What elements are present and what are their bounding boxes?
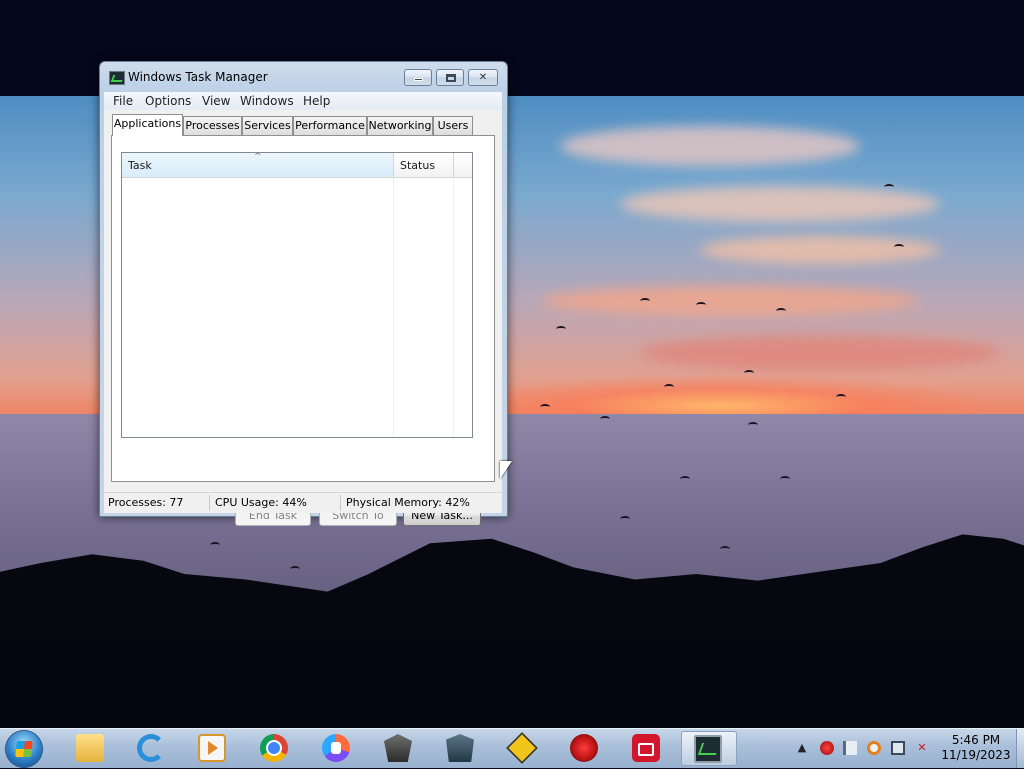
menu-help[interactable]: Help: [303, 94, 330, 108]
column-divider: [453, 178, 454, 437]
bird: [696, 302, 706, 308]
taskbar-explorer[interactable]: [64, 731, 116, 766]
notification-area: ▲ ✕: [790, 729, 940, 769]
bird: [664, 384, 674, 390]
minimize-button[interactable]: [404, 69, 432, 86]
bird: [540, 404, 550, 410]
menu-options[interactable]: Options: [145, 94, 191, 108]
taskbar-media-player[interactable]: [186, 731, 238, 766]
task-manager-icon: [694, 735, 722, 763]
status-physical-memory: Physical Memory: 42%: [346, 496, 470, 509]
window-titlebar[interactable]: Windows Task Manager ✕: [100, 62, 507, 92]
taskbar-red-app[interactable]: [558, 731, 610, 766]
column-header-label: Status: [400, 159, 436, 172]
taskbar: ▲ ✕ 5:46 PM 11/19/2023: [0, 728, 1024, 768]
internet-explorer-icon: [137, 734, 165, 762]
security-icon[interactable]: [867, 741, 881, 755]
screen-recorder-icon: [632, 734, 660, 762]
world-of-warships-icon: [446, 734, 474, 762]
taskbar-chrome[interactable]: [248, 731, 300, 766]
world-of-tanks-icon: [384, 734, 412, 762]
window-client-area: Applications Processes Services Performa…: [104, 110, 502, 526]
network-icon[interactable]: [891, 741, 905, 755]
wallpaper-cloud: [560, 126, 860, 166]
tab-services[interactable]: Services: [242, 116, 293, 135]
taskbar-task-manager[interactable]: [681, 731, 737, 766]
red-gear-icon: [570, 734, 598, 762]
tab-users[interactable]: Users: [433, 116, 473, 135]
bird: [640, 298, 650, 304]
red-alert-icon[interactable]: [820, 741, 834, 755]
system-clock[interactable]: 5:46 PM 11/19/2023: [938, 733, 1014, 763]
show-hidden-icon[interactable]: ▲: [795, 741, 809, 755]
task-list-body[interactable]: [122, 178, 472, 437]
menu-bar: File Options View Windows Help: [104, 92, 502, 110]
mouse-cursor-icon: [500, 461, 512, 479]
clock-date: 11/19/2023: [941, 748, 1011, 762]
task-manager-icon: [109, 71, 125, 85]
bird: [780, 476, 790, 482]
show-desktop-button[interactable]: [1016, 729, 1024, 768]
menu-file[interactable]: File: [113, 94, 133, 108]
action-center-flag-icon[interactable]: [843, 741, 857, 755]
window-title: Windows Task Manager: [128, 70, 268, 84]
status-separator: [209, 495, 210, 511]
menu-view[interactable]: View: [202, 94, 230, 108]
wallpaper-cloud: [640, 336, 1000, 370]
bird: [620, 516, 630, 522]
status-cpu-usage: CPU Usage: 44%: [215, 496, 307, 509]
task-manager-window[interactable]: Windows Task Manager ✕ File Options View…: [99, 61, 508, 526]
list-header: ^ Task Status: [122, 152, 472, 178]
bird: [600, 416, 610, 422]
clock-time: 5:46 PM: [951, 733, 1001, 747]
game-emblem-icon: [506, 732, 538, 764]
taskbar-world-of-warships[interactable]: [434, 731, 486, 766]
start-button[interactable]: [6, 731, 42, 767]
wallpaper-cloud: [700, 236, 940, 264]
sort-ascending-icon: ^: [254, 152, 262, 162]
status-separator: [340, 495, 341, 511]
bird: [290, 566, 300, 572]
close-button[interactable]: ✕: [468, 69, 498, 86]
taskbar-game[interactable]: [496, 731, 548, 766]
bird: [720, 546, 730, 552]
menu-windows[interactable]: Windows: [240, 94, 294, 108]
column-header-task[interactable]: ^ Task: [122, 152, 394, 177]
tab-applications[interactable]: Applications: [112, 114, 183, 136]
taskbar-vpn[interactable]: [310, 731, 362, 766]
bird: [556, 326, 566, 332]
maximize-icon: [446, 74, 456, 82]
column-divider: [393, 178, 394, 437]
volume-muted-icon[interactable]: ✕: [915, 741, 929, 755]
chrome-icon: [260, 734, 288, 762]
desktop-background: [0, 640, 1024, 728]
bird: [836, 394, 846, 400]
status-processes: Processes: 77: [108, 496, 184, 509]
tab-performance[interactable]: Performance: [293, 116, 367, 135]
maximize-button[interactable]: [436, 69, 464, 86]
media-player-icon: [198, 734, 226, 762]
folder-icon: [76, 734, 104, 762]
close-icon: ✕: [478, 72, 488, 83]
column-header-label: Task: [128, 159, 152, 172]
tab-networking[interactable]: Networking: [367, 116, 433, 135]
task-list[interactable]: ^ Task Status: [121, 152, 473, 438]
vpn-shield-icon: [322, 734, 350, 762]
taskbar-screen-recorder[interactable]: [620, 731, 672, 766]
wallpaper-cloud: [620, 186, 940, 222]
bird: [680, 476, 690, 482]
bird: [210, 542, 220, 548]
bird: [776, 308, 786, 314]
bird: [884, 184, 894, 190]
tab-processes[interactable]: Processes: [183, 116, 242, 135]
minimize-icon: [414, 78, 423, 81]
taskbar-world-of-tanks[interactable]: [372, 731, 424, 766]
taskbar-internet-explorer[interactable]: [125, 731, 177, 766]
bird: [748, 422, 758, 428]
bird: [744, 370, 754, 376]
wallpaper-cloud: [540, 286, 920, 316]
status-bar: Processes: 77 CPU Usage: 44% Physical Me…: [104, 492, 502, 513]
bird: [894, 244, 904, 250]
column-header-status[interactable]: Status: [394, 153, 454, 177]
